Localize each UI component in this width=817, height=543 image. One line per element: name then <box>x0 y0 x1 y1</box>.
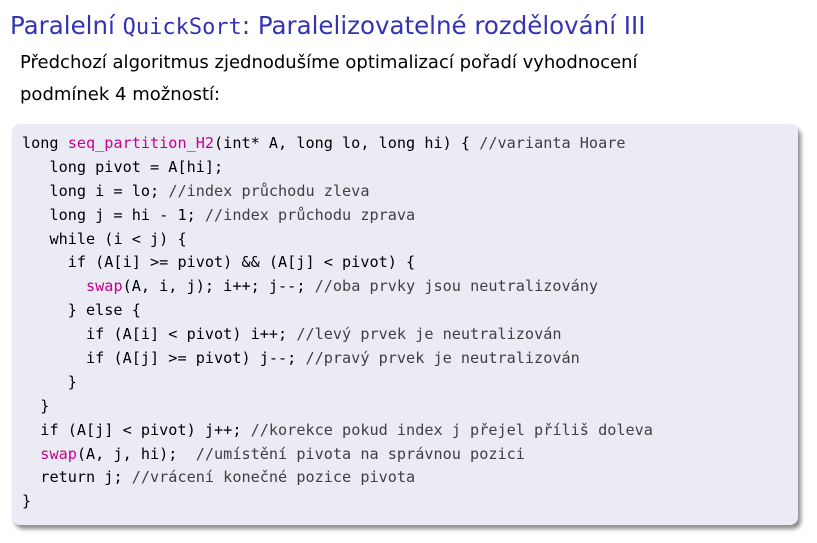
code-text: } <box>22 492 32 511</box>
code-function-name: swap <box>86 277 123 296</box>
code-line: while (i < j) { <box>22 228 653 252</box>
code-text: while (i < j) { <box>49 229 187 248</box>
code-line: long j = hi - 1; //index průchodu zprava <box>22 204 653 228</box>
code-comment: //vrácení konečné pozice pivota <box>131 468 416 487</box>
code-block: long seq_partition_H2(int* A, long lo, l… <box>12 124 798 525</box>
code-line: } <box>22 371 653 395</box>
title-suffix: : Paralelizovatelné rozdělování III <box>241 11 646 40</box>
code-text: } <box>67 372 77 391</box>
code-text: long i = lo; <box>49 181 169 200</box>
code-line: } <box>22 395 653 419</box>
code-comment: //index průchodu zleva <box>168 181 370 200</box>
intro-text: Předchozí algoritmus zjednodušíme optima… <box>20 47 800 111</box>
code-function-name: swap <box>40 444 77 463</box>
intro-line-2: podmínek 4 možností: <box>20 84 221 105</box>
code-text: (int* A, long lo, long hi) { <box>214 134 480 152</box>
code-line: if (A[j] < pivot) j++; //korekce pokud i… <box>22 419 653 443</box>
slide-title: Paralelní QuickSort: Paralelizovatelné r… <box>10 8 645 44</box>
code-line: long i = lo; //index průchodu zleva <box>22 180 653 204</box>
intro-line-1: Předchozí algoritmus zjednodušíme optima… <box>20 52 638 73</box>
code-text: return j; <box>40 468 132 487</box>
code-comment: //pravý prvek je neutralizován <box>305 349 580 368</box>
code-comment: //umístění pivota na správnou pozici <box>195 444 525 463</box>
code-line: long pivot = A[hi]; <box>22 156 653 180</box>
code-line: return j; //vrácení konečné pozice pivot… <box>22 466 653 490</box>
code-text: if (A[i] >= pivot) && (A[j] < pivot) { <box>67 253 416 272</box>
code-line: if (A[i] >= pivot) && (A[j] < pivot) { <box>22 251 653 275</box>
code-text: } <box>40 396 50 415</box>
code-text: (A, j, hi); <box>76 444 196 463</box>
code-line: swap(A, i, j); i++; j--; //oba prvky jso… <box>22 275 653 299</box>
code-text: if (A[i] < pivot) i++; <box>86 325 297 344</box>
code-text: if (A[j] >= pivot) j--; <box>86 349 306 368</box>
code-text: long <box>22 134 68 152</box>
code-text: long j = hi - 1; <box>49 205 205 224</box>
code-comment: //index průchodu zprava <box>204 205 416 224</box>
code-text: if (A[j] < pivot) j++; <box>40 420 251 439</box>
code-comment: //levý prvek je neutralizován <box>296 325 562 344</box>
code-line: swap(A, j, hi); //umístění pivota na spr… <box>22 443 653 467</box>
code-text: long pivot = A[hi]; <box>49 157 224 176</box>
code-comment: //oba prvky jsou neutralizovány <box>314 277 599 296</box>
code-line: long seq_partition_H2(int* A, long lo, l… <box>22 132 653 156</box>
code-listing: long seq_partition_H2(int* A, long lo, l… <box>22 132 653 514</box>
title-algorithm-name: QuickSort <box>122 15 242 40</box>
code-function-name: seq_partition_H2 <box>67 134 215 152</box>
code-line: } else { <box>22 299 653 323</box>
code-comment: //varianta Hoare <box>479 134 626 152</box>
title-prefix: Paralelní <box>10 11 123 40</box>
code-comment: //korekce pokud index j přejel příliš do… <box>250 420 653 439</box>
code-text: } else { <box>67 301 141 320</box>
code-line: if (A[j] >= pivot) j--; //pravý prvek je… <box>22 347 653 371</box>
code-line: if (A[i] < pivot) i++; //levý prvek je n… <box>22 323 653 347</box>
code-line: } <box>22 490 653 514</box>
code-text: (A, i, j); i++; j--; <box>122 277 315 296</box>
